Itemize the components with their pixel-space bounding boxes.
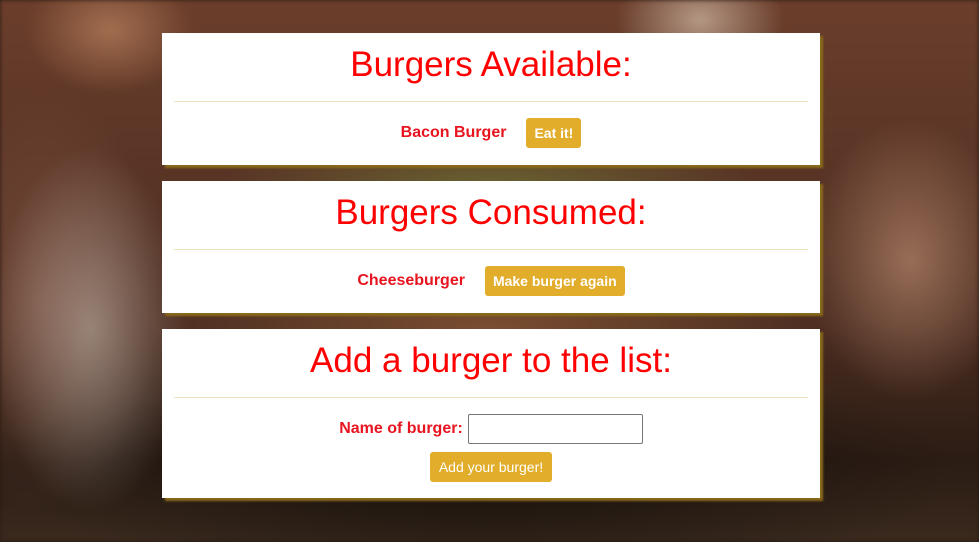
make-burger-again-button[interactable]: Make burger again [484,266,625,296]
consumed-burger-row: Cheeseburger Make burger again [162,266,820,296]
add-burger-panel: Add a burger to the list: Name of burger… [162,329,820,498]
eat-it-button[interactable]: Eat it! [526,118,582,148]
available-divider [174,101,808,102]
consumed-heading: Burgers Consumed: [335,193,647,232]
add-button-row: Add your burger! [162,452,820,482]
burger-name-row: Name of burger: [162,414,820,444]
available-burger-row: Bacon Burger Eat it! [162,118,820,148]
add-burger-heading: Add a burger to the list: [310,341,672,380]
available-burgers-panel: Burgers Available: Bacon Burger Eat it! [162,33,820,165]
add-burger-button[interactable]: Add your burger! [429,452,553,482]
consumed-burger-name: Cheeseburger [357,272,465,289]
add-burger-form: Name of burger: Add your burger! [162,414,820,482]
burger-name-label: Name of burger: [339,420,463,437]
available-heading: Burgers Available: [350,45,632,84]
available-burger-name: Bacon Burger [400,124,507,141]
add-burger-divider [174,397,808,398]
consumed-divider [174,249,808,250]
burger-name-input[interactable] [467,414,643,444]
consumed-burgers-panel: Burgers Consumed: Cheeseburger Make burg… [162,181,820,313]
